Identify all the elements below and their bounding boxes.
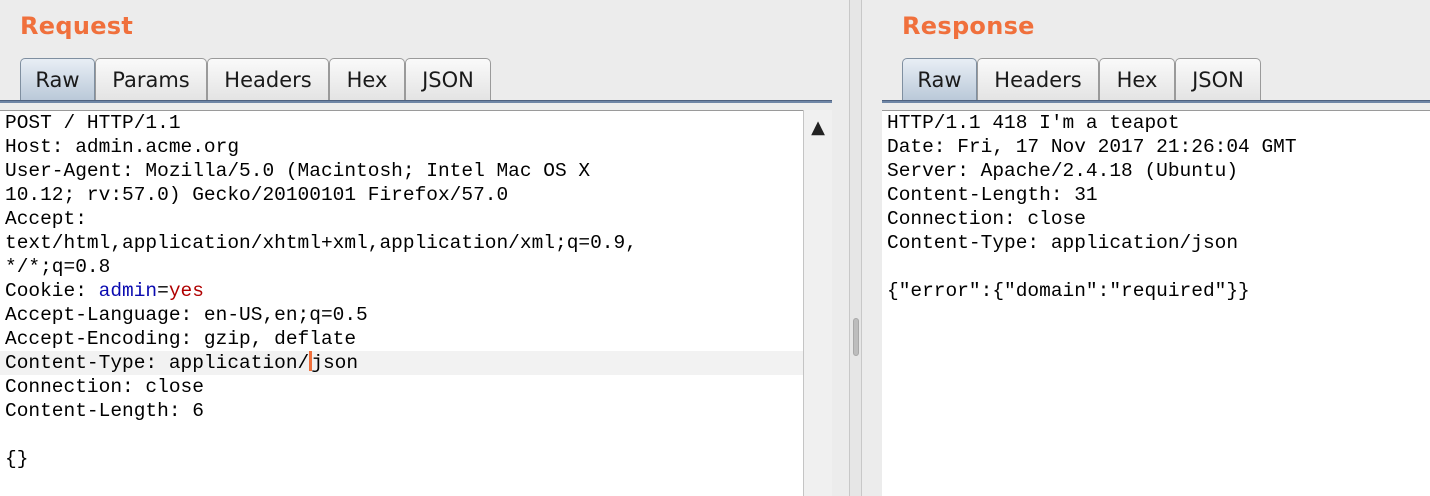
response-line: Server: Apache/2.4.18 (Ubuntu) [887,160,1239,182]
response-tab-headers[interactable]: Headers [977,58,1099,101]
response-line: Connection: close [887,208,1086,230]
request-tab-params[interactable]: Params [95,58,207,101]
response-line: HTTP/1.1 418 I'm a teapot [887,112,1180,134]
response-line: {"error":{"domain":"required"}} [887,280,1250,302]
cookie-label: Cookie: [5,280,99,302]
request-title: Request [20,12,134,40]
request-tab-underline [0,100,832,103]
response-line [882,255,1430,279]
request-pane: Request Raw Params Headers Hex JSON POST… [0,0,849,496]
response-tab-underline [882,100,1430,103]
request-line: text/html,application/xhtml+xml,applicat… [5,232,637,254]
request-line: 10.12; rv:57.0) Gecko/20100101 Firefox/5… [5,184,509,206]
response-line: Content-Type: application/json [887,232,1239,254]
request-line: */*;q=0.8 [5,256,111,278]
content-type-suffix: json [311,352,359,374]
response-editor[interactable]: HTTP/1.1 418 I'm a teapot Date: Fri, 17 … [882,110,1430,496]
request-vertical-scrollbar[interactable]: ▲ [803,110,832,496]
request-line: Content-Length: 6 [5,400,204,422]
request-editor[interactable]: POST / HTTP/1.1 Host: admin.acme.org Use… [0,110,803,496]
request-tab-hex[interactable]: Hex [329,58,405,101]
request-tab-json[interactable]: JSON [405,58,491,101]
response-tab-hex[interactable]: Hex [1099,58,1175,101]
content-type-prefix: Content-Type: application/ [5,352,310,374]
pane-split-divider[interactable] [849,0,862,496]
request-line [0,423,803,447]
response-tab-json[interactable]: JSON [1175,58,1261,101]
content-type-line: Content-Type: application/json [0,351,803,375]
response-tab-raw[interactable]: Raw [902,58,977,101]
request-line: User-Agent: Mozilla/5.0 (Macintosh; Inte… [5,160,591,182]
request-line: Host: admin.acme.org [5,136,240,158]
request-line: Accept-Language: en-US,en;q=0.5 [5,304,368,326]
cookie-line: Cookie: admin=yes [0,279,803,303]
request-tabs: Raw Params Headers Hex JSON [0,58,849,102]
request-line: Connection: close [5,376,204,398]
cookie-value: yes [168,280,204,302]
response-line: Content-Length: 31 [887,184,1098,206]
scroll-up-arrow-icon[interactable]: ▲ [804,110,832,144]
request-line: {} [5,448,29,470]
request-line: Accept-Encoding: gzip, deflate [5,328,357,350]
request-tab-headers[interactable]: Headers [207,58,329,101]
response-title: Response [902,12,1035,40]
cookie-name: admin [98,280,158,302]
response-pane: Response Raw Headers Hex JSON HTTP/1.1 4… [862,0,1430,496]
request-line: Accept: [5,208,87,230]
response-tabs: Raw Headers Hex JSON [862,58,1430,102]
request-line: POST / HTTP/1.1 [5,112,181,134]
divider-grip-handle[interactable] [853,318,859,356]
cookie-equals: = [157,280,169,302]
response-line: Date: Fri, 17 Nov 2017 21:26:04 GMT [887,136,1297,158]
request-tab-raw[interactable]: Raw [20,58,95,101]
